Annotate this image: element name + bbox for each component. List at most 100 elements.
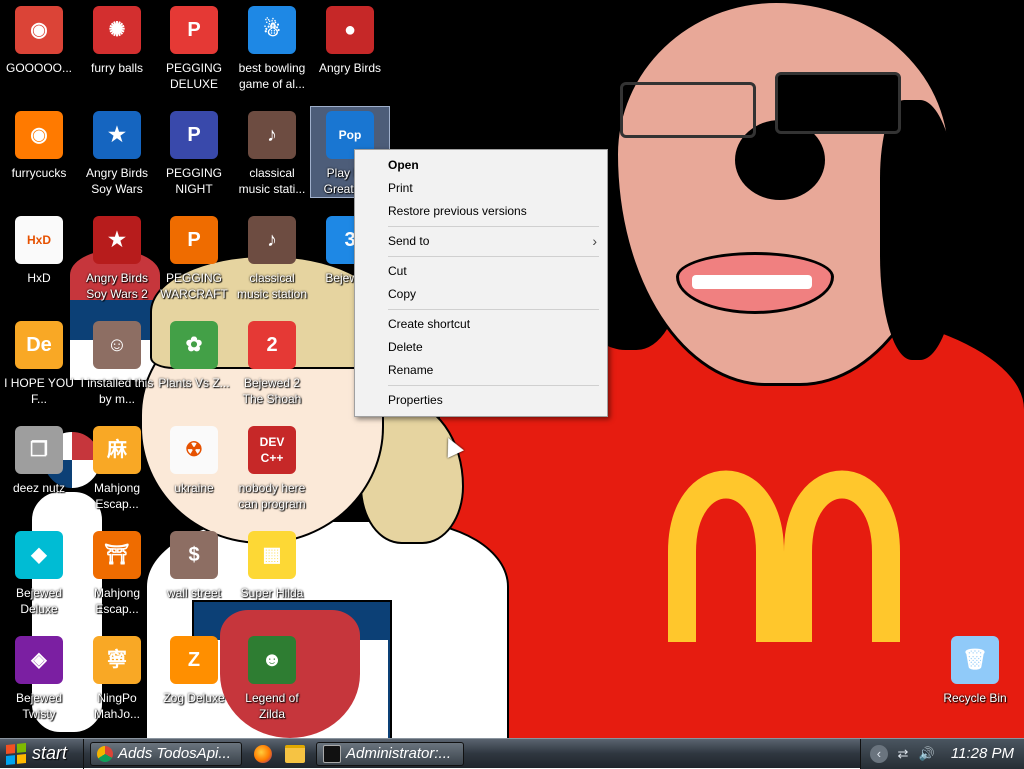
menu-item-label: Print	[388, 181, 413, 195]
desktop-icon-label: HxD	[27, 271, 51, 285]
system-tray: ‹ ⇄ 🔊 11:28 PM	[859, 738, 1024, 769]
app-icon: ◉	[15, 111, 63, 159]
taskbar-button-chrome[interactable]: Adds TodosApi...	[90, 741, 243, 766]
app-icon: 麻	[93, 426, 141, 474]
network-icon[interactable]: ⇄	[894, 745, 912, 763]
desktop-icon[interactable]: ♪ classical music station	[233, 212, 311, 302]
menu-item-open[interactable]: Open	[355, 154, 607, 177]
desktop-icon[interactable]: 🗑 Recycle Bin	[936, 632, 1014, 706]
context-menu: Open Print Restore previous versions Send t…	[354, 149, 608, 417]
menu-item-print[interactable]: Print	[355, 177, 607, 200]
app-icon: ☃	[248, 6, 296, 54]
desktop-icon[interactable]: ♪ classical music stati...	[233, 107, 311, 197]
desktop-icon[interactable]: Z Zog Deluxe	[155, 632, 233, 706]
taskbar-button-console[interactable]: Administrator:...	[316, 741, 465, 766]
menu-item-send-to[interactable]: Send to ›	[355, 230, 607, 253]
desktop-icon[interactable]: ❐ deez nutz	[0, 422, 78, 496]
quicklaunch-folder[interactable]	[284, 743, 306, 765]
volume-icon[interactable]: 🔊	[918, 745, 936, 763]
desktop-icon[interactable]: ✿ Plants Vs Z...	[155, 317, 233, 391]
menu-item-label: Restore previous versions	[388, 204, 527, 218]
desktop-icon[interactable]: De I HOPE YOU F...	[0, 317, 78, 407]
desktop-icon[interactable]: 2 Bejewed 2 The Shoah	[233, 317, 311, 407]
start-button[interactable]: start	[0, 738, 85, 769]
taskbar-button-label: Administrator:...	[346, 745, 452, 762]
app-icon: Z	[170, 636, 218, 684]
menu-separator	[388, 309, 599, 310]
app-icon: P	[170, 216, 218, 264]
app-icon: P	[170, 111, 218, 159]
desktop-icon-label: I installed this by m...	[80, 376, 154, 406]
desktop-icon-label: classical music stati...	[238, 166, 306, 196]
desktop-icon[interactable]: ☻ Legend of Zilda	[233, 632, 311, 722]
desktop-icon[interactable]: ◉ GOOOOO...	[0, 2, 78, 76]
desktop-icon[interactable]: $ wall street	[155, 527, 233, 601]
app-icon: ☢	[170, 426, 218, 474]
menu-item-create-shortcut[interactable]: Create shortcut	[355, 313, 607, 336]
desktop-icon[interactable]: ◆ Bejewed Deluxe	[0, 527, 78, 617]
desktop-icon[interactable]: 麻 Mahjong Escap...	[78, 422, 156, 512]
menu-item-properties[interactable]: Properties	[355, 389, 607, 412]
app-icon: 2	[248, 321, 296, 369]
desktop-icon[interactable]: ☢ ukraine	[155, 422, 233, 496]
menu-item-label: Copy	[388, 287, 417, 301]
desktop-icon[interactable]: P PEGGING DELUXE	[155, 2, 233, 92]
menu-item-rename[interactable]: Rename	[355, 359, 607, 382]
menu-item-copy[interactable]: Copy	[355, 283, 607, 306]
menu-item-delete[interactable]: Delete	[355, 336, 607, 359]
desktop-icon-label: classical music station	[236, 271, 308, 301]
desktop-icon-label: Bejewed 2 The Shoah	[242, 376, 302, 406]
taskbar-button-label: Adds TodosApi...	[118, 745, 231, 762]
menu-item-label: Cut	[388, 264, 407, 278]
desktop-icon[interactable]: ☺ I installed this by m...	[78, 317, 156, 407]
app-icon: HxD	[15, 216, 63, 264]
app-icon: ☻	[248, 636, 296, 684]
menu-separator	[388, 385, 599, 386]
menu-item-restore-previous-versions[interactable]: Restore previous versions	[355, 200, 607, 223]
chrome-icon	[97, 745, 114, 762]
menu-item-cut[interactable]: Cut	[355, 260, 607, 283]
desktop-icon[interactable]: 寧 NingPo MahJo...	[78, 632, 156, 722]
app-icon: $	[170, 531, 218, 579]
desktop-icon[interactable]: ★ Angry Birds Soy Wars	[78, 107, 156, 197]
desktop-icon[interactable]: ◉ furrycucks	[0, 107, 78, 181]
wallpaper-teeth	[692, 275, 812, 289]
app-icon: ★	[93, 216, 141, 264]
desktop-icon-label: best bowling game of al...	[238, 61, 306, 91]
windows-logo-icon	[6, 742, 26, 765]
clock[interactable]: 11:28 PM	[951, 745, 1014, 762]
desktop-icon-label: ukraine	[174, 481, 214, 495]
app-icon: P	[170, 6, 218, 54]
menu-separator	[388, 256, 599, 257]
tray-expand-icon[interactable]: ‹	[869, 744, 888, 763]
wallpaper-glasses-right	[775, 72, 901, 134]
desktop-icon-label: wall street	[166, 586, 222, 600]
desktop-icon[interactable]: HxD HxD	[0, 212, 78, 286]
desktop-icon[interactable]: P PEGGING WARCRAFT	[155, 212, 233, 302]
desktop-icon[interactable]: ● Angry Birds	[311, 2, 389, 76]
desktop-icon-label: Legend of Zilda	[245, 691, 299, 721]
desktop-icon[interactable]: ✺ furry balls	[78, 2, 156, 76]
wallpaper-glasses-left	[620, 82, 756, 138]
desktop-icon-label: PEGGING NIGHT	[165, 166, 222, 196]
desktop-icon[interactable]: P PEGGING NIGHT	[155, 107, 233, 197]
quicklaunch-firefox[interactable]	[252, 743, 274, 765]
app-icon: ◈	[15, 636, 63, 684]
desktop-icon[interactable]: ☃ best bowling game of al...	[233, 2, 311, 92]
desktop-icon-label: NingPo MahJo...	[93, 691, 141, 721]
desktop-icon[interactable]: ⛩ Mahjong Escap...	[78, 527, 156, 617]
desktop-icon[interactable]: ★ Angry Birds Soy Wars 2	[78, 212, 156, 302]
desktop-icon-label: Zog Deluxe	[163, 691, 225, 705]
start-label: start	[32, 743, 68, 763]
desktop-icon[interactable]: ◈ Bejewed Twisty	[0, 632, 78, 722]
app-icon: ♪	[248, 111, 296, 159]
app-icon: ◉	[15, 6, 63, 54]
desktop-icon[interactable]: DEV C++ nobody here can program	[233, 422, 311, 512]
app-icon: ✿	[170, 321, 218, 369]
menu-separator	[388, 226, 599, 227]
desktop-icon[interactable]: ▦ Super Hilda	[233, 527, 311, 601]
desktop-icon-label: PEGGING DELUXE	[165, 61, 222, 91]
app-icon: 🗑	[951, 636, 999, 684]
desktop-icon-label: deez nutz	[12, 481, 66, 495]
app-icon: ☺	[93, 321, 141, 369]
